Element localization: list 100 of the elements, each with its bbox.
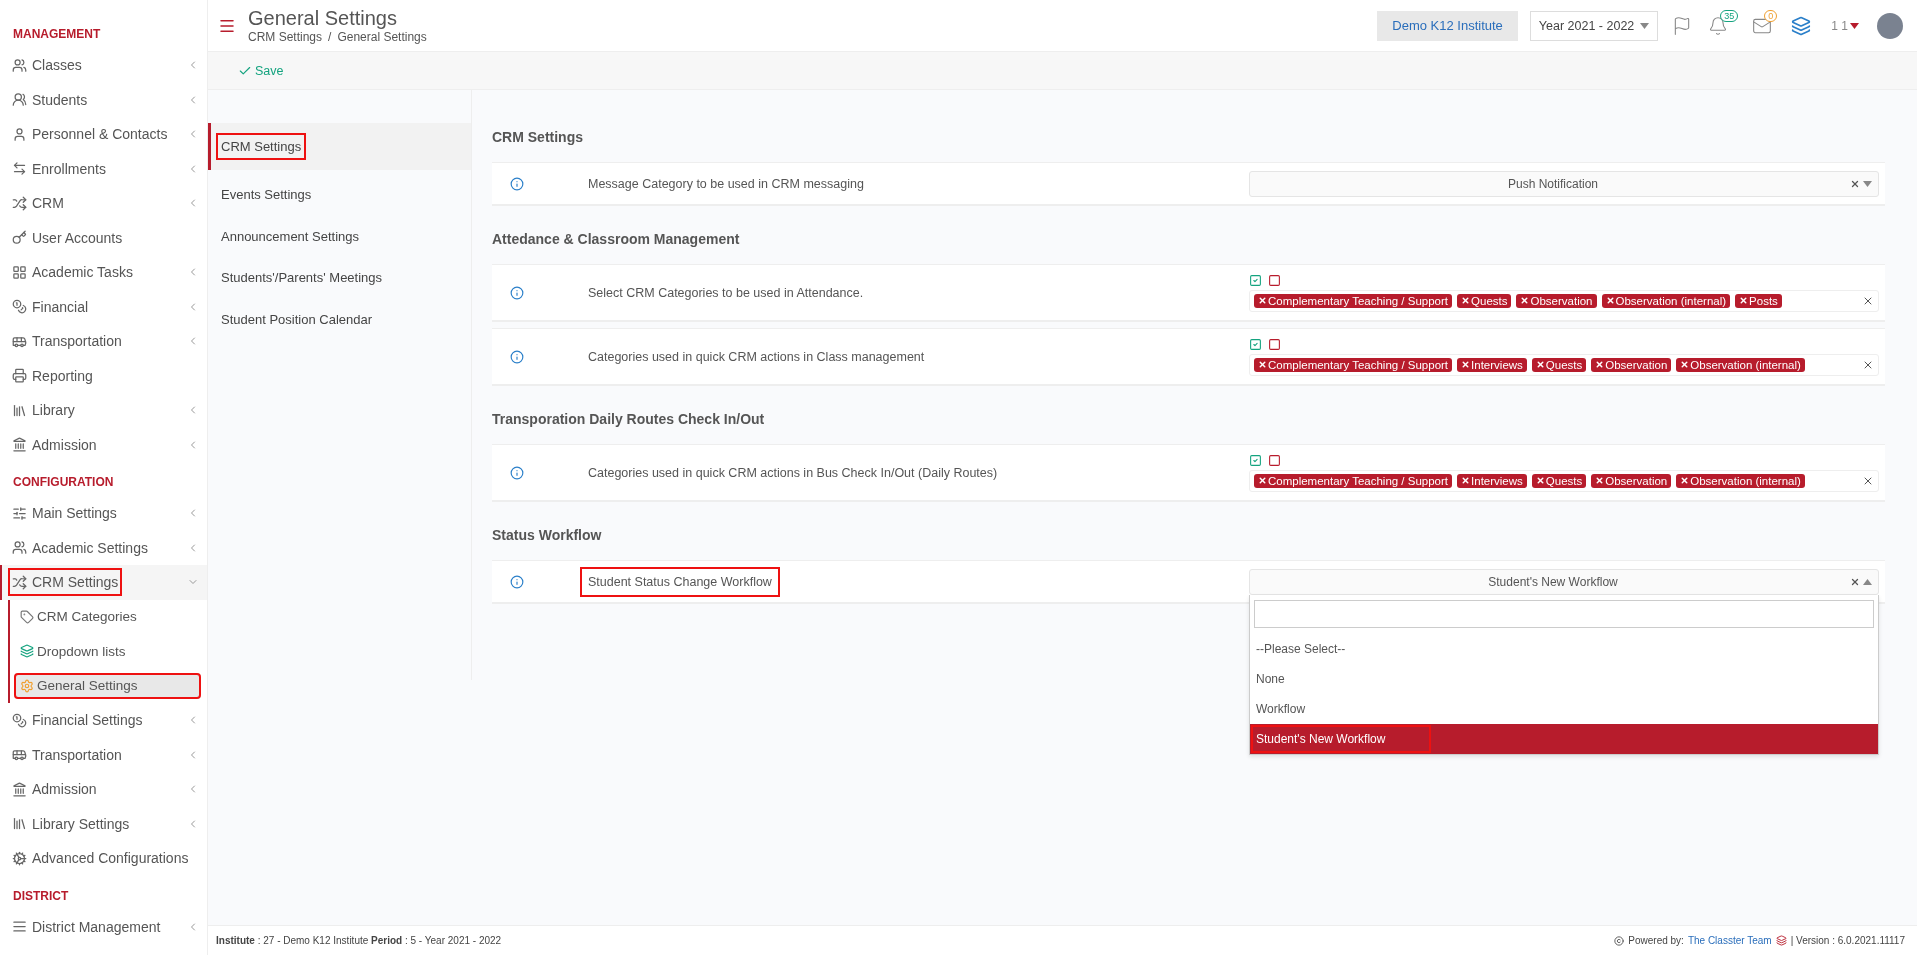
settings-menu-item[interactable]: Students'/Parents' Meetings xyxy=(208,257,471,299)
footer-info: Institute : 27 - Demo K12 Institute Period : 5 - Year 2021 - 2022 xyxy=(216,935,502,946)
sidebar-item[interactable]: Advanced Configurations xyxy=(0,841,207,876)
select-all-icon[interactable] xyxy=(1249,337,1262,351)
caret-icon xyxy=(1863,180,1872,187)
setting-label: Categories used in quick CRM actions in Class management xyxy=(587,348,926,366)
institute-button[interactable]: Demo K12 Institute xyxy=(1377,10,1518,41)
section-heading: Attedance & Classroom Management xyxy=(492,230,741,249)
submenu-item[interactable]: Dropdown lists xyxy=(14,638,201,665)
sidebar-item[interactable]: Personnel & Contacts xyxy=(0,117,207,152)
sidebar-item[interactable]: Reporting xyxy=(0,358,207,393)
sidebar-item[interactable]: Academic Settings xyxy=(0,530,207,565)
settings-menu-item[interactable]: Announcement Settings xyxy=(208,215,471,257)
breadcrumb-separator: / xyxy=(328,30,332,44)
setting-label: Student Status Change Workflow xyxy=(580,566,780,597)
dropdown-option[interactable]: Student's New Workflow xyxy=(1250,723,1878,754)
sidebar-item[interactable]: Financial xyxy=(0,289,207,324)
user-menu-button[interactable]: 1 1 xyxy=(1825,17,1865,34)
remove-icon[interactable] xyxy=(1258,360,1267,369)
settings-menu-item[interactable]: Student Position Calendar xyxy=(208,298,471,340)
breadcrumb-link[interactable]: CRM Settings xyxy=(248,30,323,44)
remove-icon[interactable] xyxy=(1739,296,1749,305)
sidebar-item[interactable]: Students xyxy=(0,82,207,117)
sidebar-item[interactable]: Academic Tasks xyxy=(0,255,207,290)
settings-menu-item[interactable]: CRM Settings xyxy=(208,123,471,170)
remove-icon[interactable] xyxy=(1605,296,1615,305)
info-icon xyxy=(510,574,524,589)
tag: Observation (internal) xyxy=(1676,473,1805,488)
tag: Quests xyxy=(1531,357,1587,372)
tags-field[interactable]: Complementary Teaching / Support Interviews Quests Observation Observation (internal) xyxy=(1249,469,1879,492)
powered-by-text: Powered by: xyxy=(1628,935,1684,946)
sidebar-item[interactable]: Transportation xyxy=(0,737,207,772)
dropdown-option[interactable]: None xyxy=(1250,663,1878,694)
deselect-all-icon[interactable] xyxy=(1268,337,1281,351)
tags-field[interactable]: Complementary Teaching / Support Quests Observation Observation (internal) Posts xyxy=(1249,289,1879,312)
caret-icon xyxy=(1863,578,1872,585)
submenu-item[interactable]: General Settings xyxy=(14,672,201,699)
section-heading: CONFIGURATION xyxy=(12,474,115,491)
dropdown-option[interactable]: Workflow xyxy=(1250,693,1878,724)
team-link[interactable]: The Classter Team xyxy=(1687,935,1772,946)
submenu-item[interactable]: CRM Categories xyxy=(14,603,201,630)
remove-icon[interactable] xyxy=(1595,476,1605,485)
notification-count: 35 xyxy=(1720,9,1739,22)
info-icon xyxy=(510,465,524,480)
logo-icon xyxy=(1775,935,1787,946)
remove-icon[interactable] xyxy=(1680,360,1690,369)
section-heading: Transporation Daily Routes Check In/Out xyxy=(492,410,766,429)
remove-icon[interactable] xyxy=(1461,476,1471,485)
sidebar-item[interactable]: CRM xyxy=(0,186,207,221)
select-all-icon[interactable] xyxy=(1249,273,1262,287)
tag: Complementary Teaching / Support xyxy=(1254,473,1453,488)
remove-icon[interactable] xyxy=(1680,476,1690,485)
tag: Observation xyxy=(1516,293,1597,308)
remove-icon[interactable] xyxy=(1595,360,1605,369)
sidebar-item[interactable]: Classes xyxy=(0,48,207,83)
sidebar-item[interactable]: Financial Settings xyxy=(0,703,207,738)
avatar xyxy=(1877,12,1903,39)
page-title: General Settings xyxy=(248,7,398,30)
tags-field[interactable]: Complementary Teaching / Support Interviews Quests Observation Observation (internal) xyxy=(1249,353,1879,376)
sidebar-item[interactable]: Enrollments xyxy=(0,151,207,186)
settings-menu-item[interactable]: Events Settings xyxy=(208,174,471,216)
select-field[interactable]: Push Notification xyxy=(1249,170,1879,197)
tag: Interviews xyxy=(1457,357,1527,372)
info-icon xyxy=(510,349,524,364)
tag: Quests xyxy=(1457,293,1512,308)
remove-icon[interactable] xyxy=(1258,476,1267,485)
remove-icon[interactable] xyxy=(1258,296,1267,305)
sidebar-item[interactable]: Transportation xyxy=(0,324,207,359)
year-select[interactable]: Year 2021 - 2022 xyxy=(1529,10,1659,41)
remove-icon[interactable] xyxy=(1520,296,1530,305)
section-heading: Status Workflow xyxy=(492,526,603,545)
tag: Observation xyxy=(1591,357,1672,372)
sidebar-item[interactable]: User Accounts xyxy=(0,220,207,255)
sidebar-item[interactable]: District Management xyxy=(0,909,207,944)
tag: Complementary Teaching / Support xyxy=(1254,293,1453,308)
message-count: 0 xyxy=(1764,9,1778,22)
sidebar-item[interactable]: Admission xyxy=(0,427,207,462)
sidebar-item[interactable]: Admission xyxy=(0,772,207,807)
remove-icon[interactable] xyxy=(1535,476,1545,485)
sidebar-item[interactable]: Library Settings xyxy=(0,806,207,841)
sidebar-item[interactable]: Main Settings xyxy=(0,496,207,531)
tag: Observation (internal) xyxy=(1601,293,1731,308)
sidebar-item[interactable]: CRM Settings xyxy=(0,565,207,600)
remove-icon[interactable] xyxy=(1461,296,1471,305)
clear-icon[interactable] xyxy=(1850,178,1860,189)
deselect-all-icon[interactable] xyxy=(1268,453,1281,467)
remove-icon[interactable] xyxy=(1535,360,1545,369)
clear-icon[interactable] xyxy=(1850,576,1860,587)
select-field[interactable]: Student's New Workflow xyxy=(1249,568,1879,595)
setting-label: Message Category to be used in CRM messaging xyxy=(587,175,865,193)
info-icon xyxy=(510,176,524,191)
tag: Posts xyxy=(1735,293,1782,308)
caret-icon xyxy=(1640,22,1650,29)
search-field[interactable] xyxy=(1254,599,1874,628)
deselect-all-icon[interactable] xyxy=(1268,273,1281,287)
dropdown-option[interactable]: --Please Select-- xyxy=(1250,633,1878,664)
remove-icon[interactable] xyxy=(1461,360,1471,369)
select-all-icon[interactable] xyxy=(1249,453,1262,467)
section-heading: DISTRICT xyxy=(12,887,70,905)
sidebar-item[interactable]: Library xyxy=(0,393,207,428)
